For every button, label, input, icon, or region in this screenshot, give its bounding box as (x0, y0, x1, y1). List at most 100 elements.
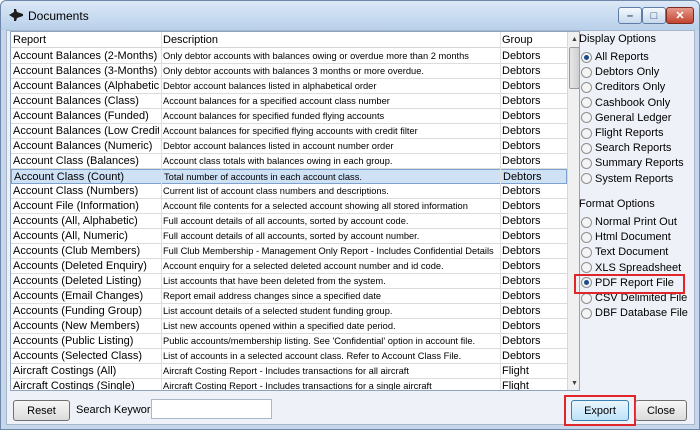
description-cell: Public accounts/membership listing. See … (163, 336, 476, 346)
radio-option[interactable]: Debtors Only (581, 65, 659, 79)
radio-button-icon[interactable] (581, 307, 592, 319)
reports-table: Report Description Group Account Balance… (10, 31, 580, 391)
radio-button-icon[interactable] (581, 66, 592, 78)
description-cell: Account class totals with balances owing… (163, 156, 393, 166)
table-row[interactable]: Accounts (Public Listing) Public accounts… (11, 334, 567, 349)
radio-label: Creditors Only (595, 81, 666, 94)
group-cell: Debtors (502, 80, 541, 92)
group-cell: Debtors (502, 260, 541, 272)
minimize-button[interactable]: – (618, 7, 642, 24)
column-divider (161, 32, 162, 390)
radio-button-icon[interactable] (581, 81, 592, 93)
radio-option[interactable]: Cashbook Only (581, 96, 670, 110)
radio-label: DBF Database File (595, 307, 688, 320)
radio-button-icon[interactable] (581, 216, 592, 228)
close-window-button[interactable]: ✕ (666, 7, 694, 24)
radio-option[interactable]: Creditors Only (581, 80, 665, 94)
group-cell: Debtors (502, 155, 541, 167)
export-button[interactable]: Export (571, 400, 629, 421)
report-cell: Account Balances (2-Months) (13, 50, 158, 62)
group-cell: Debtors (502, 65, 541, 77)
table-row[interactable]: Account Balances (Numeric) Debtor account… (11, 139, 567, 154)
report-cell: Accounts (New Members) (13, 320, 140, 332)
radio-option[interactable]: Flight Reports (581, 126, 663, 140)
description-cell: List of accounts in a selected account c… (163, 351, 462, 361)
radio-button-icon[interactable] (581, 173, 592, 185)
column-header-report[interactable]: Report (13, 34, 46, 46)
table-row[interactable]: Accounts (Club Members) Full Club Members… (11, 244, 567, 259)
column-header-description[interactable]: Description (163, 34, 218, 46)
search-keyword-input[interactable] (151, 399, 272, 419)
report-cell: Accounts (Selected Class) (13, 350, 142, 362)
table-row[interactable]: Accounts (Funding Group) List account det… (11, 304, 567, 319)
table-row[interactable]: Account Class (Balances) Account class to… (11, 154, 567, 169)
radio-option[interactable]: Normal Print Out (581, 215, 677, 229)
radio-option[interactable]: Text Document (581, 245, 668, 259)
radio-label: Search Reports (595, 142, 672, 155)
description-cell: Full account details of all accounts, so… (163, 231, 420, 241)
radio-button-icon[interactable] (581, 97, 592, 109)
table-row[interactable]: Account Balances (Funded) Account balance… (11, 109, 567, 124)
radio-label: General Ledger (595, 111, 672, 124)
scroll-thumb[interactable] (569, 47, 579, 89)
radio-button-icon[interactable] (581, 246, 592, 258)
radio-option[interactable]: All Reports (581, 50, 649, 64)
description-cell: Account enquiry for a selected deleted a… (163, 261, 444, 271)
description-cell: Full Club Membership - Management Only R… (163, 246, 494, 256)
maximize-button[interactable]: □ (642, 7, 666, 24)
radio-button-icon[interactable] (581, 142, 592, 154)
radio-option[interactable]: Html Document (581, 230, 671, 244)
pdf-highlight-box (574, 274, 685, 294)
description-cell: Account balances for a specified account… (163, 96, 390, 106)
table-row[interactable]: Accounts (Selected Class) List of account… (11, 349, 567, 364)
table-row[interactable]: Accounts (All, Alphabetic) Full account d… (11, 214, 567, 229)
radio-button-icon[interactable] (581, 231, 592, 243)
vertical-scrollbar[interactable]: ▲ ▼ (567, 32, 579, 390)
table-row[interactable]: Aircraft Costings (Single) Aircraft Costi… (11, 379, 567, 390)
radio-button-icon[interactable] (581, 292, 592, 304)
description-cell: List accounts that have been deleted fro… (163, 276, 386, 286)
radio-button-icon[interactable] (581, 112, 592, 124)
radio-label: System Reports (595, 172, 674, 185)
radio-option[interactable]: General Ledger (581, 111, 671, 125)
table-row[interactable]: Accounts (Deleted Enquiry) Account enquir… (11, 259, 567, 274)
table-row[interactable]: Account Class (Count) Total number of acc… (11, 169, 567, 184)
table-row[interactable]: Accounts (All, Numeric) Full account deta… (11, 229, 567, 244)
title-bar[interactable]: Documents – □ ✕ (1, 1, 699, 30)
radio-label: All Reports (595, 51, 649, 63)
table-row[interactable]: Accounts (Deleted Listing) List accounts … (11, 274, 567, 289)
description-cell: Report email address changes since a spe… (163, 291, 382, 301)
group-cell: Debtors (502, 290, 541, 302)
radio-option[interactable]: Summary Reports (581, 156, 684, 170)
description-cell: Account balances for specified funded fl… (163, 111, 385, 121)
radio-label: Normal Print Out (595, 216, 677, 228)
table-row[interactable]: Account File (Information) Account file c… (11, 199, 567, 214)
table-row[interactable]: Account Class (Numbers) Current list of a… (11, 184, 567, 199)
reset-button[interactable]: Reset (13, 400, 70, 421)
table-row[interactable]: Aircraft Costings (All) Aircraft Costing … (11, 364, 567, 379)
radio-button-icon[interactable] (581, 51, 592, 63)
radio-option[interactable]: XLS Spreadsheet (581, 261, 681, 275)
table-row[interactable]: Account Balances (2-Months) Only debtor a… (11, 49, 567, 64)
table-row[interactable]: Account Balances (3-Months) Only debtor a… (11, 64, 567, 79)
radio-button-icon[interactable] (581, 157, 592, 169)
radio-option[interactable]: DBF Database File (581, 306, 688, 320)
table-row[interactable]: Account Balances (Alphabetic) Debtor acco… (11, 79, 567, 94)
table-row[interactable]: Account Balances (Low Credit) Account bal… (11, 124, 567, 139)
table-row[interactable]: Account Balances (Class) Account balances… (11, 94, 567, 109)
radio-option[interactable]: Search Reports (581, 141, 671, 155)
column-divider (500, 32, 501, 390)
radio-button-icon[interactable] (581, 127, 592, 139)
radio-button-icon[interactable] (581, 262, 592, 274)
table-row[interactable]: Accounts (Email Changes) Report email add… (11, 289, 567, 304)
radio-option[interactable]: System Reports (581, 172, 673, 186)
column-header-group[interactable]: Group (502, 34, 533, 46)
description-cell: Only debtor accounts with balances 3 mon… (163, 66, 424, 76)
radio-label: Text Document (595, 246, 669, 259)
group-cell: Debtors (502, 320, 541, 332)
close-button[interactable]: Close (635, 400, 687, 421)
group-cell: Debtors (502, 335, 541, 347)
table-row[interactable]: Accounts (New Members) List new accounts … (11, 319, 567, 334)
scroll-down-arrow-icon[interactable]: ▼ (568, 376, 579, 390)
search-keyword-label: Search Keyword (76, 404, 157, 416)
